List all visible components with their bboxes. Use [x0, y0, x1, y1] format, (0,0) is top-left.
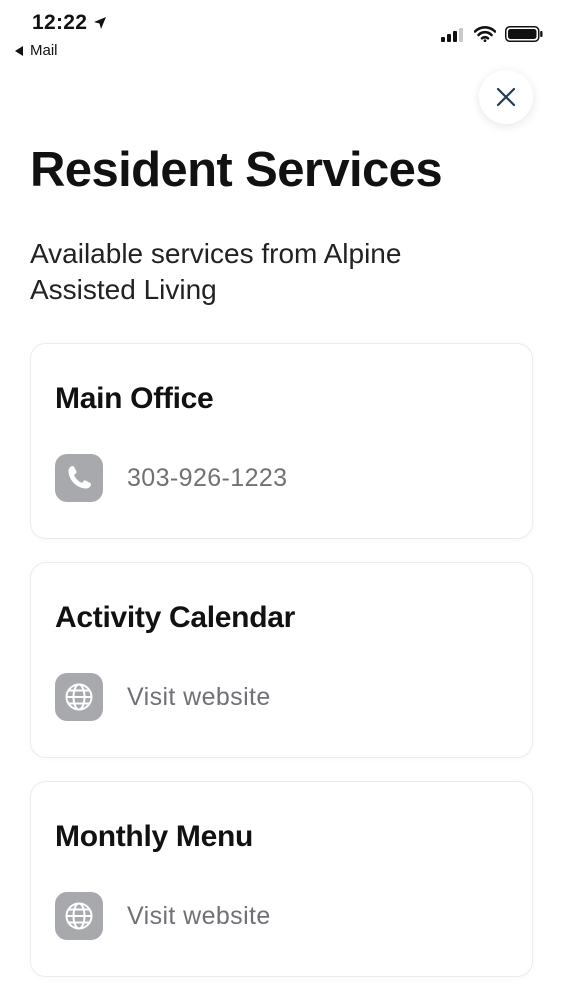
back-to-app-label: Mail	[30, 42, 58, 59]
status-time: 12:22	[32, 11, 107, 35]
website-link[interactable]: Visit website	[55, 892, 271, 940]
page-subtitle: Available services from Alpine Assisted …	[30, 238, 402, 305]
status-time-text: 12:22	[32, 11, 88, 34]
phone-link[interactable]: 303-926-1223	[55, 454, 288, 502]
resident-services-screen: 12:22 Mail Resident Services Available s…	[0, 0, 563, 1000]
website-link-label: Visit website	[127, 682, 271, 711]
phone-number: 303-926-1223	[127, 463, 288, 492]
website-link[interactable]: Visit website	[55, 673, 271, 721]
service-card-main-office: Main Office 303-926-1223	[30, 343, 533, 539]
globe-icon	[55, 892, 103, 940]
signal-icon	[441, 27, 463, 42]
back-triangle-icon	[15, 45, 23, 56]
card-title: Main Office	[55, 382, 214, 415]
status-indicators	[441, 26, 543, 42]
back-to-app-link[interactable]: Mail	[14, 42, 58, 59]
close-icon	[496, 87, 516, 107]
card-title: Monthly Menu	[55, 820, 254, 853]
battery-icon	[505, 26, 543, 42]
page-title: Resident Services	[30, 143, 443, 197]
globe-icon	[55, 673, 103, 721]
service-card-monthly-menu: Monthly Menu Visit website	[30, 781, 533, 977]
wifi-icon	[474, 26, 496, 42]
card-title: Activity Calendar	[55, 601, 295, 634]
close-button[interactable]	[479, 70, 533, 124]
service-card-activity-calendar: Activity Calendar Visit website	[30, 562, 533, 758]
location-arrow-icon	[94, 17, 107, 29]
website-link-label: Visit website	[127, 901, 271, 930]
phone-icon	[55, 454, 103, 502]
